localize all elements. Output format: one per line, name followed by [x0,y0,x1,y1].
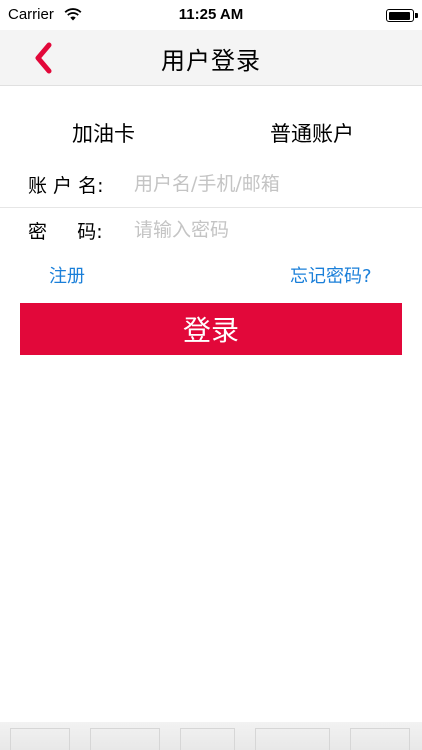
username-row: 账 户 名: [0,162,422,208]
status-time: 11:25 AM [178,6,244,23]
tab-normal-account[interactable]: 普通账户 [270,118,354,148]
login-screen: Carrier 11:25 AM 用户登录 加油卡 普通账户 账 户 名: 密 … [0,0,422,750]
tab-fuel-card[interactable]: 加油卡 [72,118,135,148]
password-row: 密 码: [0,208,422,254]
battery-icon [386,9,418,22]
background-pattern [0,722,422,750]
login-type-tabs: 加油卡 普通账户 [0,118,422,158]
battery-level [388,11,410,20]
username-label: 账 户 名: [28,175,104,197]
password-input[interactable] [134,214,404,246]
status-bar: Carrier 11:25 AM [0,0,422,30]
login-button[interactable]: 登录 [20,303,402,355]
password-label: 密 码: [28,221,103,243]
forgot-password-link[interactable]: 忘记密码? [290,262,372,288]
page-title: 用户登录 [161,47,261,75]
navigation-bar: 用户登录 [0,30,422,86]
username-input[interactable] [134,168,404,200]
register-link[interactable]: 注册 [49,262,85,288]
